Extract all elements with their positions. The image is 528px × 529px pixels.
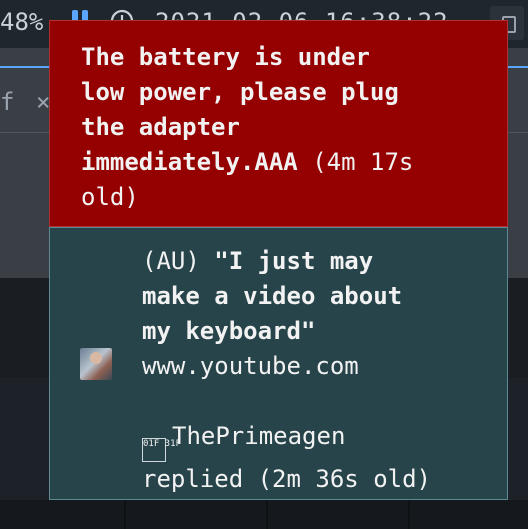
notification-title: make a video about (142, 282, 403, 310)
youtube-reply-notification[interactable]: (AU) "I just may make a video about my k… (49, 227, 508, 500)
notification-message: the adapter (81, 113, 240, 141)
notification-title: "I just may (214, 247, 374, 275)
tab-title[interactable]: f (0, 88, 14, 116)
taskbar (0, 500, 528, 529)
battery-percent: 48% (0, 8, 44, 36)
battery-warning-notification[interactable]: The battery is under low power, please p… (49, 20, 508, 227)
notification-age: old) (81, 183, 139, 211)
notification-message: The battery is under (81, 43, 370, 71)
notification-message: immediately.AAA (81, 148, 298, 176)
notification-message: low power, please plug (81, 78, 399, 106)
youtube-thumbnail-icon (80, 348, 112, 380)
notification-title: my keyboard" (142, 317, 316, 345)
notification-age: (4m 17s (312, 148, 414, 176)
notification-action: replied (2m 36s old) (142, 465, 431, 493)
unicode-glyph-icon: 01F 31F (142, 438, 181, 462)
notification-prefix: (AU) (142, 247, 200, 275)
notification-source: www.youtube.com (142, 352, 359, 380)
notification-author: ThePrimeagen (172, 422, 346, 450)
